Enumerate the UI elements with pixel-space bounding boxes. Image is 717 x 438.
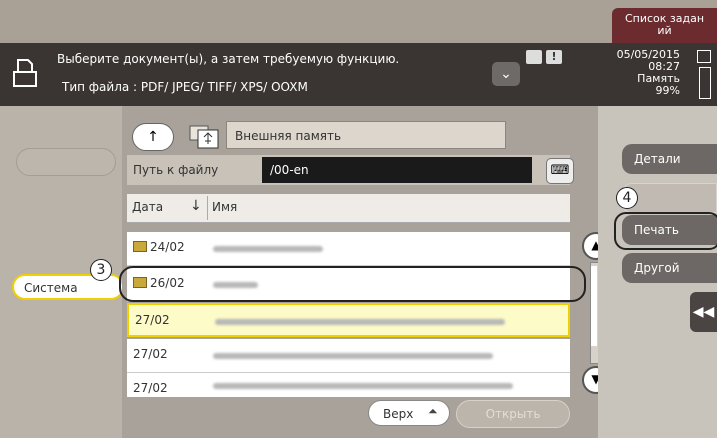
memory-value: 99%: [655, 84, 680, 97]
name-column-header[interactable]: Имя: [212, 200, 237, 214]
path-label: Путь к файлу: [133, 163, 219, 177]
warning-icon: !: [546, 50, 562, 64]
header-divider: [207, 196, 208, 220]
callout-3: 3: [90, 259, 112, 281]
memory-bar: [699, 67, 711, 99]
up-folder-button[interactable]: ↑: [132, 123, 174, 151]
keyboard-icon[interactable]: ⌨: [546, 158, 574, 184]
highlight-outline-row: [119, 266, 586, 302]
open-button: Открыть: [456, 400, 570, 428]
printer-status-icon: [526, 50, 542, 64]
list-item[interactable]: 27/02: [127, 373, 570, 397]
list-item[interactable]: 27/02: [127, 339, 570, 373]
list-item-selected[interactable]: 27/02: [127, 303, 570, 337]
details-button[interactable]: Детали: [622, 144, 717, 174]
chevron-down-icon[interactable]: ⌄: [492, 62, 520, 86]
blurred-file-name: [213, 246, 323, 252]
disabled-left-button: [16, 148, 116, 176]
row-date: 27/02: [133, 381, 168, 395]
row-date: 27/02: [133, 347, 168, 361]
storage-location-label: Внешняя память: [226, 121, 506, 149]
job-list-button[interactable]: Список задан ий: [612, 8, 717, 44]
folder-icon: [133, 241, 147, 252]
memory-icon: [697, 50, 711, 63]
other-button[interactable]: Другой: [622, 253, 717, 283]
message-line-2: Тип файла : PDF/ JPEG/ TIFF/ XPS/ OOXM: [62, 80, 308, 94]
top-button-label: Верх: [383, 407, 414, 421]
blurred-file-name: [213, 383, 513, 389]
job-list-label-2: ий: [657, 24, 672, 37]
top-arrow-icon: ⏶: [428, 404, 438, 418]
document-box-icon: [12, 58, 38, 88]
row-date: 27/02: [135, 313, 170, 327]
callout-4: 4: [616, 187, 638, 209]
highlight-outline-print: [614, 212, 717, 250]
sort-arrow-icon[interactable]: ↓: [190, 198, 202, 214]
list-item[interactable]: 24/02: [127, 232, 570, 266]
row-date: 24/02: [133, 240, 185, 254]
blurred-file-name: [213, 353, 493, 359]
message-line-1: Выберите документ(ы), а затем требуемую …: [57, 52, 400, 66]
scrollbar-thumb[interactable]: [591, 266, 597, 346]
top-bar: [0, 0, 717, 43]
blurred-file-name: [215, 319, 505, 325]
path-value: /00-en: [262, 157, 532, 183]
date-column-header[interactable]: Дата: [132, 200, 163, 214]
collapse-panel-icon[interactable]: ◀◀: [690, 292, 717, 332]
usb-storage-icon: [188, 120, 220, 150]
